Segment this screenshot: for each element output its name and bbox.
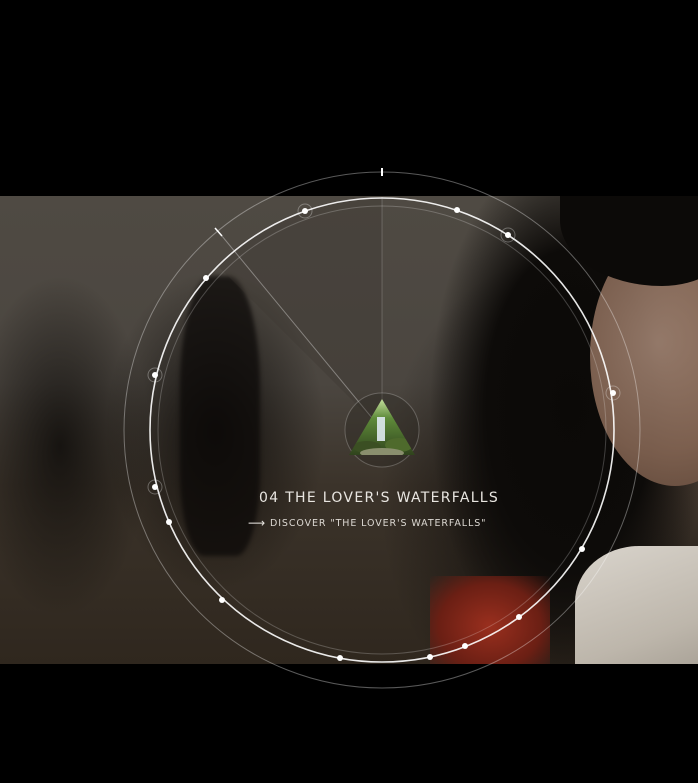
location-number: 04 <box>259 490 280 506</box>
location-node[interactable] <box>302 208 308 214</box>
location-node[interactable] <box>219 597 225 603</box>
location-title: 04 THE LOVER'S WATERFALLS <box>259 490 499 506</box>
location-node[interactable] <box>579 546 585 552</box>
location-node[interactable] <box>610 390 616 396</box>
location-name: THE LOVER'S WATERFALLS <box>285 490 500 506</box>
waterfall-triangle-thumbnail[interactable] <box>347 397 417 457</box>
location-node[interactable] <box>152 372 158 378</box>
active-sector <box>217 196 382 430</box>
discover-link[interactable]: ⟶ DISCOVER "THE LOVER'S WATERFALLS" <box>248 516 486 530</box>
location-node[interactable] <box>337 655 343 661</box>
location-node[interactable] <box>166 519 172 525</box>
location-node[interactable] <box>203 275 209 281</box>
navigation-ring <box>123 168 641 689</box>
location-node[interactable] <box>454 207 460 213</box>
arrow-right-icon: ⟶ <box>248 516 266 530</box>
discover-label: DISCOVER "THE LOVER'S WATERFALLS" <box>270 517 487 529</box>
location-node[interactable] <box>427 654 433 660</box>
location-node[interactable] <box>462 643 468 649</box>
location-node[interactable] <box>505 232 511 238</box>
location-node[interactable] <box>516 614 522 620</box>
location-node[interactable] <box>152 484 158 490</box>
